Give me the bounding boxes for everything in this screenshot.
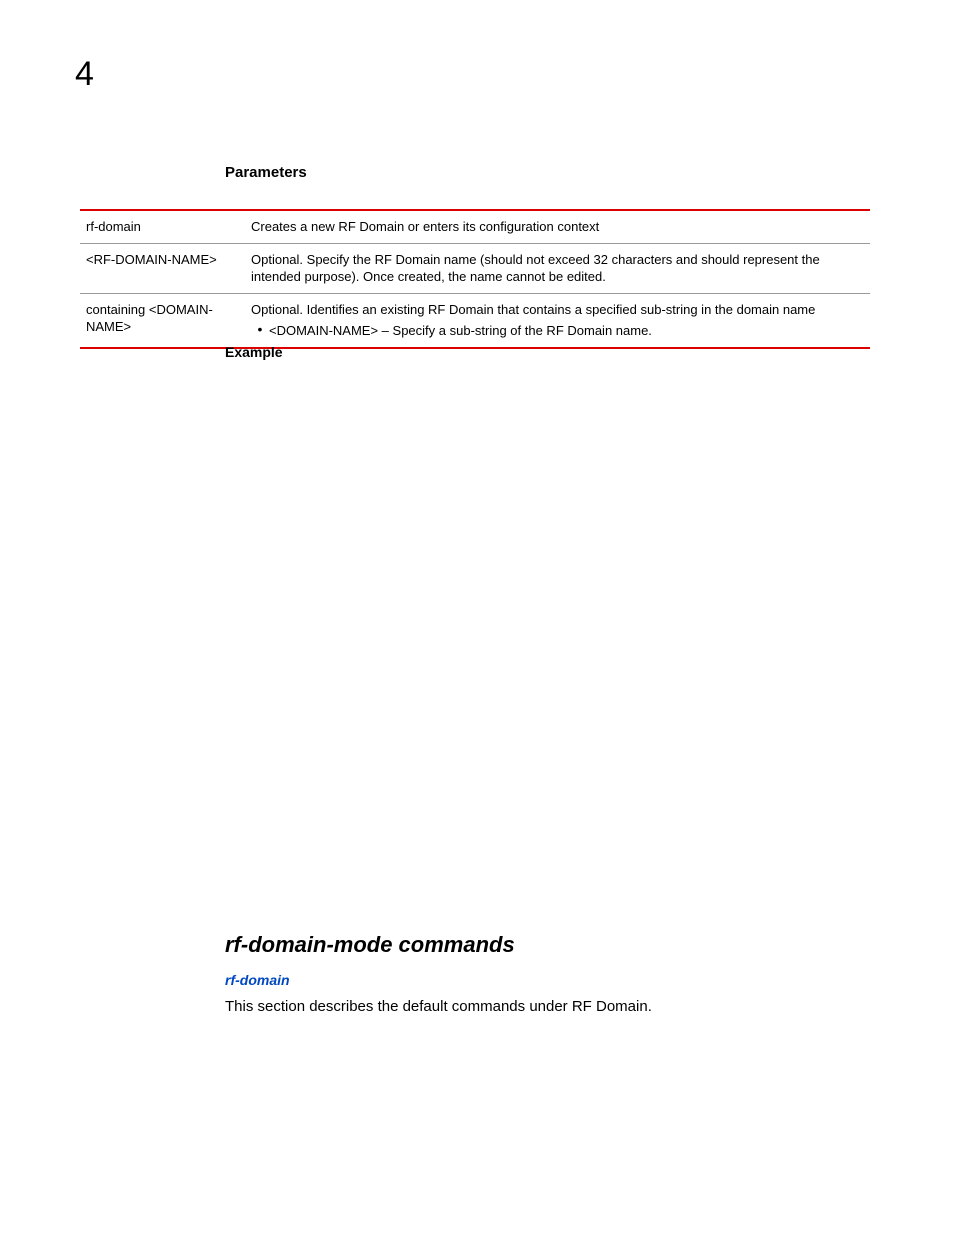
rf-domain-mode-section: rf-domain-mode commands rf-domain This s… (225, 932, 865, 1017)
parameters-section: Parameters (225, 164, 865, 199)
table-row: containing <DOMAIN-NAME> Optional. Ident… (80, 293, 870, 348)
bullet-icon: • (251, 322, 269, 336)
bullet-text: <DOMAIN-NAME> – Specify a sub-string of … (269, 322, 864, 340)
param-desc-cell: Creates a new RF Domain or enters its co… (245, 210, 870, 243)
section-body: This section describes the default comma… (225, 996, 865, 1017)
param-desc-cell: Optional. Specify the RF Domain name (sh… (245, 243, 870, 293)
table-row: <RF-DOMAIN-NAME> Optional. Specify the R… (80, 243, 870, 293)
parameters-heading: Parameters (225, 164, 865, 181)
param-name-cell: rf-domain (80, 210, 245, 243)
param-name-cell: containing <DOMAIN-NAME> (80, 293, 245, 348)
parameters-table: rf-domain Creates a new RF Domain or ent… (80, 209, 870, 349)
page: 4 Parameters rf-domain Creates a new RF … (0, 0, 954, 1235)
section-title: rf-domain-mode commands (225, 932, 865, 958)
param-desc-cell: Optional. Identifies an existing RF Doma… (245, 293, 870, 348)
param-name-cell: <RF-DOMAIN-NAME> (80, 243, 245, 293)
param-desc-text: Optional. Identifies an existing RF Doma… (251, 302, 815, 317)
example-heading: Example (225, 344, 283, 360)
chapter-number: 4 (75, 55, 94, 94)
bullet-item: • <DOMAIN-NAME> – Specify a sub-string o… (251, 322, 864, 340)
table-row: rf-domain Creates a new RF Domain or ent… (80, 210, 870, 243)
rf-domain-link[interactable]: rf-domain (225, 972, 290, 988)
